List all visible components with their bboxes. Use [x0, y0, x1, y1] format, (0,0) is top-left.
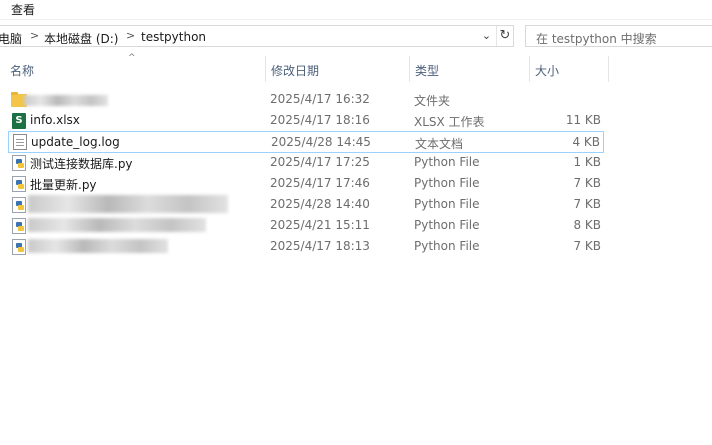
file-date: 2025/4/21 15:11 [270, 218, 370, 232]
menu-bar: 查看 [0, 0, 712, 20]
excel-file-icon: S [12, 113, 26, 129]
file-size: 7 KB [573, 176, 601, 190]
file-date: 2025/4/28 14:45 [271, 135, 371, 149]
file-type: 文本文档 [415, 137, 464, 151]
column-divider[interactable] [529, 56, 530, 82]
file-date: 2025/4/17 17:46 [270, 176, 370, 190]
menu-view[interactable]: 查看 [11, 1, 35, 18]
file-size: 7 KB [573, 197, 601, 211]
python-file-icon [12, 239, 26, 255]
file-name: update_log.log [31, 135, 120, 149]
file-row-selected[interactable]: update_log.log 2025/4/28 14:45 文本文档 4 KB [8, 131, 604, 153]
file-date: 2025/4/17 16:32 [270, 92, 370, 106]
file-row[interactable]: 批量更新.py 2025/4/17 17:46 Python File 7 KB [8, 174, 604, 194]
python-file-icon [12, 176, 26, 192]
file-type: Python File [414, 197, 480, 211]
file-row[interactable]: 测试连接数据库.py 2025/4/17 17:25 Python File 1… [8, 153, 604, 173]
file-date: 2025/4/17 17:25 [270, 155, 370, 169]
sort-ascending-icon: ^ [128, 53, 136, 63]
file-row[interactable]: 2025/4/28 14:40 Python File 7 KB [8, 195, 604, 215]
file-type: Python File [414, 176, 480, 190]
file-type: Python File [414, 239, 480, 253]
file-row[interactable]: 2025/4/17 16:32 文件夹 [8, 90, 604, 110]
file-date: 2025/4/28 14:40 [270, 197, 370, 211]
file-size: 8 KB [573, 218, 601, 232]
file-size: 11 KB [565, 113, 601, 127]
file-type: Python File [414, 155, 480, 169]
address-dropdown-icon[interactable]: ⌄ [478, 26, 495, 46]
file-size: 7 KB [573, 239, 601, 253]
file-size: 4 KB [572, 135, 600, 149]
file-type: 文件夹 [414, 94, 451, 108]
address-bar[interactable]: 电脑 > 本地磁盘 (D:) > testpython ⌄ ↻ [0, 25, 514, 47]
text-file-icon [13, 134, 27, 150]
file-size: 1 KB [573, 155, 601, 169]
column-header-size[interactable]: 大小 [535, 62, 559, 84]
file-date: 2025/4/17 18:13 [270, 239, 370, 253]
file-name: 测试连接数据库.py [30, 157, 133, 171]
breadcrumb-separator-icon[interactable]: > [126, 29, 135, 42]
python-file-icon [12, 197, 26, 213]
file-row[interactable]: 2025/4/17 18:13 Python File 7 KB [8, 237, 604, 257]
column-header-type[interactable]: 类型 [415, 62, 439, 84]
redacted-name [28, 195, 228, 213]
search-input[interactable]: 在 testpython 中搜索 [536, 30, 657, 47]
breadcrumb-this-pc[interactable]: 电脑 [0, 30, 22, 47]
python-file-icon [12, 218, 26, 234]
breadcrumb-drive-d[interactable]: 本地磁盘 (D:) [44, 30, 118, 47]
column-header-name[interactable]: 名称 [10, 62, 34, 84]
column-divider[interactable] [409, 56, 410, 82]
file-name: info.xlsx [30, 113, 80, 127]
redacted-name [28, 239, 168, 253]
breadcrumb-testpython[interactable]: testpython [141, 30, 206, 44]
file-date: 2025/4/17 18:16 [270, 113, 370, 127]
refresh-icon[interactable]: ↻ [496, 26, 513, 46]
redacted-name [24, 95, 108, 106]
file-name: 批量更新.py [30, 178, 97, 192]
column-divider[interactable] [608, 56, 609, 82]
column-header-date[interactable]: 修改日期 [271, 62, 319, 84]
file-type: XLSX 工作表 [414, 115, 485, 129]
file-type: Python File [414, 218, 480, 232]
breadcrumb-separator-icon[interactable]: > [30, 29, 39, 42]
python-file-icon [12, 155, 26, 171]
redacted-name [28, 218, 206, 232]
search-box[interactable]: 在 testpython 中搜索 [525, 25, 712, 47]
file-row[interactable]: 2025/4/21 15:11 Python File 8 KB [8, 216, 604, 236]
file-row[interactable]: S info.xlsx 2025/4/17 18:16 XLSX 工作表 11 … [8, 111, 604, 131]
column-divider[interactable] [265, 56, 266, 82]
